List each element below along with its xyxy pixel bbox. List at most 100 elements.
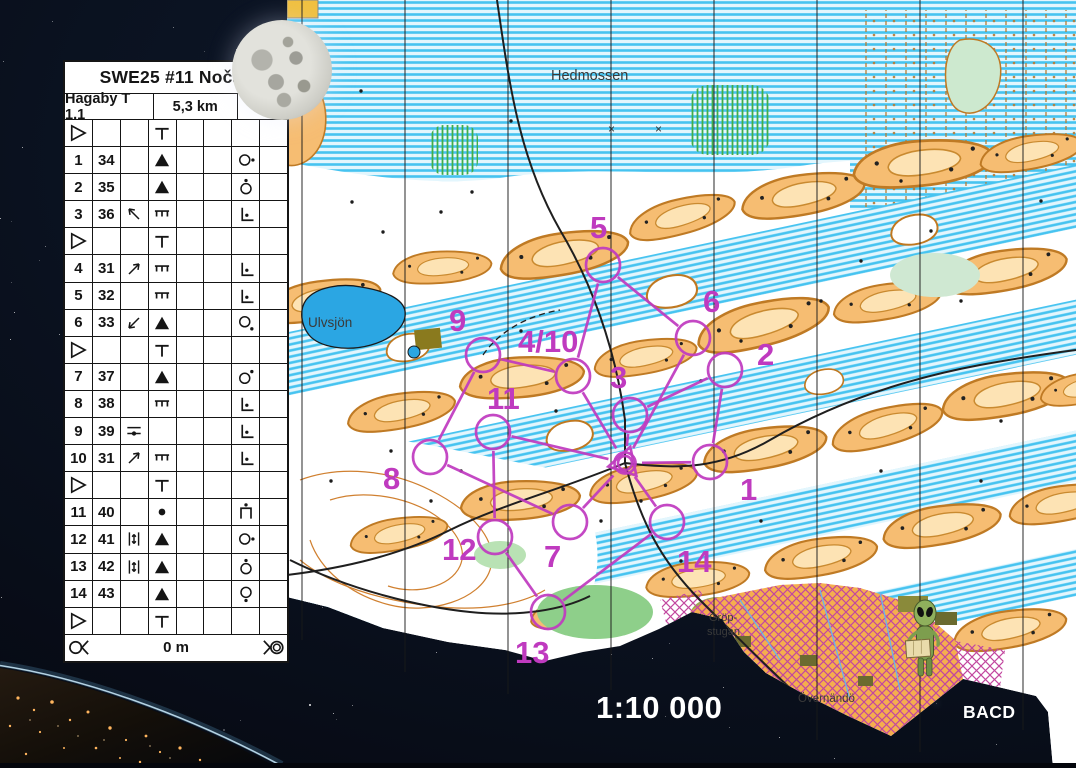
control-number-6: 6 (703, 284, 720, 319)
cell-empty (260, 472, 287, 498)
cell-empty (260, 364, 287, 390)
cell-text: 1 (65, 147, 93, 173)
cell-empty (177, 337, 205, 363)
cell-empty (260, 255, 287, 281)
corner-icon (232, 418, 260, 444)
control-number-11: 11 (487, 381, 520, 416)
course-leg (493, 451, 494, 518)
cell-empty (177, 581, 205, 607)
cell-text: 6 (65, 310, 93, 336)
cell-empty (93, 337, 121, 363)
start-icon (65, 337, 93, 363)
cell-empty (93, 120, 121, 146)
cell-empty (204, 472, 232, 498)
cliff-icon (149, 255, 177, 281)
cell-empty (121, 337, 149, 363)
start-icon (65, 608, 93, 634)
taped-route-from-control-icon (68, 636, 91, 659)
cell-empty (204, 418, 232, 444)
cell-empty (260, 228, 287, 254)
cell-empty (260, 283, 287, 309)
cell-empty (232, 608, 260, 634)
cell-empty (260, 445, 287, 471)
tee-icon (149, 120, 177, 146)
control-number-14: 14 (677, 544, 712, 579)
cell-text: 43 (93, 581, 121, 607)
start-row (65, 120, 287, 147)
cell-empty (260, 499, 287, 525)
boulder-icon (149, 526, 177, 552)
pos-s-icon (232, 581, 260, 607)
cell-empty (121, 472, 149, 498)
control-number-2: 2 (757, 337, 774, 372)
control-number-12: 12 (442, 532, 476, 567)
label-overnando: Övernändö (798, 693, 855, 705)
control-number-5: 5 (590, 210, 607, 245)
cell-empty (177, 283, 205, 309)
cell-empty (177, 418, 205, 444)
map-version-code: BACD (963, 702, 1016, 723)
cell-empty (204, 120, 232, 146)
cliff-icon (149, 391, 177, 417)
cliff-icon (149, 445, 177, 471)
cell-empty (260, 581, 287, 607)
cell-empty (177, 201, 205, 227)
cell-empty (177, 120, 205, 146)
cell-text: 9 (65, 418, 93, 444)
control-row-12: 1241 (65, 526, 287, 553)
start-row (65, 337, 287, 364)
knoll-icon (149, 499, 177, 525)
corner-icon (232, 255, 260, 281)
arrow-nw-icon (121, 201, 149, 227)
cell-text: 36 (93, 201, 121, 227)
control-number-1: 1 (740, 472, 757, 507)
cell-text: 5 (65, 283, 93, 309)
pos-ne-icon (232, 364, 260, 390)
cell-empty (177, 174, 205, 200)
cell-empty (177, 445, 205, 471)
cell-text: 31 (93, 255, 121, 281)
corner-icon (232, 445, 260, 471)
cell-empty (204, 499, 232, 525)
control-row-5: 532 (65, 283, 287, 310)
label-ulvsjon: Ulvsjön (308, 315, 352, 330)
cell-empty (204, 364, 232, 390)
cell-empty (232, 228, 260, 254)
cell-empty (177, 391, 205, 417)
cell-empty (121, 147, 149, 173)
cell-text: 13 (65, 554, 93, 580)
cell-empty (177, 472, 205, 498)
cell-empty (121, 283, 149, 309)
boulder-icon (149, 310, 177, 336)
cell-empty (177, 499, 205, 525)
cell-empty (204, 201, 232, 227)
cell-empty (204, 445, 232, 471)
boulder-icon (149, 174, 177, 200)
arrow-sw-icon (121, 310, 149, 336)
tee-icon (149, 228, 177, 254)
arrow-ne-icon (121, 255, 149, 281)
cell-text: 3 (65, 201, 93, 227)
tee-icon (149, 337, 177, 363)
cell-empty (232, 472, 260, 498)
start-icon (65, 228, 93, 254)
control-row-14: 1443 (65, 581, 287, 608)
cell-empty (177, 310, 205, 336)
cell-empty (260, 526, 287, 552)
control-row-4: 431 (65, 255, 287, 282)
boulder-icon (149, 147, 177, 173)
cell-empty (204, 526, 232, 552)
ruin-icon (232, 499, 260, 525)
cell-empty (121, 608, 149, 634)
cell-text: 35 (93, 174, 121, 200)
cell-empty (204, 310, 232, 336)
tee-icon (149, 608, 177, 634)
boulder-icon (149, 581, 177, 607)
cell-empty (204, 283, 232, 309)
course-length: 5,3 km (154, 94, 238, 119)
cell-empty (121, 174, 149, 200)
cell-text: 2 (65, 174, 93, 200)
cell-text: 4 (65, 255, 93, 281)
cell-empty (177, 554, 205, 580)
control-row-9: 939 (65, 418, 287, 445)
